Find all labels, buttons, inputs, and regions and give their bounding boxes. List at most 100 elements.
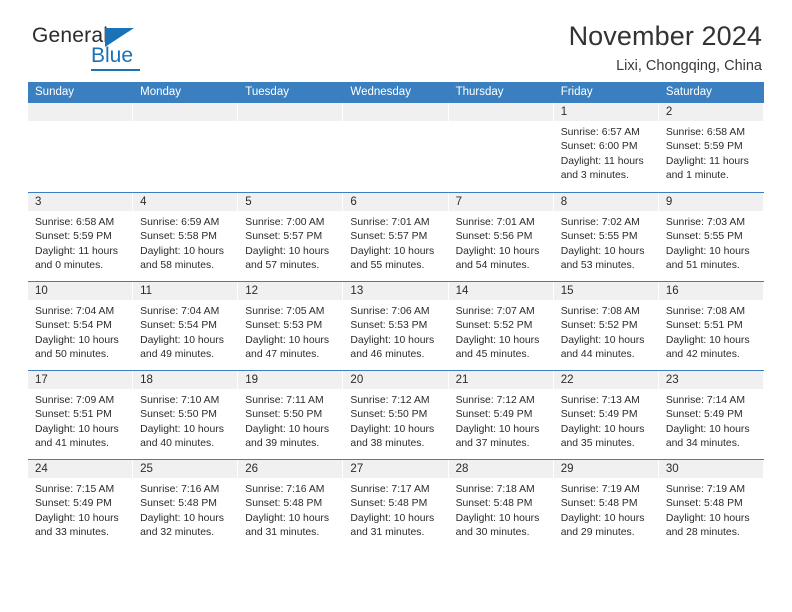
day-number: 9: [658, 193, 763, 211]
day-info-line: and 40 minutes.: [140, 437, 215, 449]
calendar-day-cell[interactable]: 12 Sunrise: 7:05 AM Sunset: 5:53 PM Dayligh…: [238, 282, 344, 370]
day-number: 20: [343, 371, 448, 389]
day-info-line: Daylight: 10 hours: [455, 423, 540, 435]
day-info-line: and 41 minutes.: [35, 437, 109, 449]
calendar-day-cell[interactable]: 26 Sunrise: 7:16 AM Sunset: 5:48 PM Dayligh…: [238, 460, 344, 548]
calendar-day-cell[interactable]: 23 Sunrise: 7:14 AM Sunset: 5:49 PM Dayligh…: [658, 371, 764, 459]
day-number: 2: [658, 103, 763, 121]
calendar-week-row: 24 Sunrise: 7:15 AM Sunset: 5:49 PM Dayligh…: [28, 459, 764, 548]
day-info-line: and 47 minutes.: [245, 348, 320, 360]
day-info-line: Sunrise: 7:08 AM: [560, 306, 640, 317]
day-sun-info: [238, 121, 342, 126]
day-sun-info: Sunrise: 7:11 AM Sunset: 5:50 PM Daylight:…: [238, 389, 342, 451]
day-info-line: and 35 minutes.: [560, 437, 635, 449]
day-info-line: Sunset: 5:54 PM: [140, 320, 217, 332]
day-info-line: and 50 minutes.: [35, 348, 109, 360]
day-info-line: Daylight: 10 hours: [35, 512, 119, 524]
day-number: 11: [133, 282, 238, 300]
calendar-day-cell[interactable]: 15 Sunrise: 7:08 AM Sunset: 5:52 PM Dayligh…: [553, 282, 659, 370]
weekday-header-thursday: Thursday: [455, 86, 504, 98]
day-sun-info: Sunrise: 6:58 AM Sunset: 5:59 PM Daylight:…: [28, 211, 132, 273]
calendar-day-cell[interactable]: 5 Sunrise: 7:00 AM Sunset: 5:57 PM Daylight…: [238, 193, 344, 281]
day-info-line: Sunset: 5:49 PM: [560, 409, 638, 421]
day-info-line: Sunset: 5:49 PM: [455, 409, 533, 421]
weekday-header-tuesday: Tuesday: [245, 86, 289, 98]
day-info-line: Sunrise: 7:09 AM: [35, 395, 115, 406]
day-info-line: and 31 minutes.: [350, 526, 425, 538]
calendar-day-cell[interactable]: 25 Sunrise: 7:16 AM Sunset: 5:48 PM Dayligh…: [133, 460, 239, 548]
day-info-line: Sunset: 5:49 PM: [35, 498, 112, 510]
calendar-day-cell[interactable]: 8 Sunrise: 7:02 AM Sunset: 5:55 PM Daylight…: [553, 193, 659, 281]
calendar-day-cell[interactable]: 20 Sunrise: 7:12 AM Sunset: 5:50 PM Dayligh…: [343, 371, 449, 459]
day-number: 10: [28, 282, 133, 300]
day-number: 17: [28, 371, 133, 389]
day-number: 18: [133, 371, 238, 389]
day-info-line: Daylight: 10 hours: [560, 245, 645, 257]
calendar-weeks: 1 Sunrise: 6:57 AM Sunset: 6:00 PM Daylight…: [28, 103, 764, 548]
calendar-day-cell[interactable]: 1 Sunrise: 6:57 AM Sunset: 6:00 PM Daylight…: [553, 103, 659, 192]
calendar-day-cell[interactable]: 13 Sunrise: 7:06 AM Sunset: 5:53 PM Dayligh…: [343, 282, 449, 370]
calendar-day-cell[interactable]: 19 Sunrise: 7:11 AM Sunset: 5:50 PM Dayligh…: [238, 371, 344, 459]
day-sun-info: Sunrise: 6:57 AM Sunset: 6:00 PM Daylight:…: [554, 121, 658, 183]
calendar-grid: Sunday Monday Tuesday Wednesday Thursday Frid…: [28, 82, 764, 548]
calendar-day-cell[interactable]: 24 Sunrise: 7:15 AM Sunset: 5:49 PM Dayligh…: [28, 460, 134, 548]
day-info-line: Daylight: 10 hours: [350, 423, 435, 435]
calendar-day-cell[interactable]: 16 Sunrise: 7:08 AM Sunset: 5:51 PM Dayligh…: [658, 282, 764, 370]
calendar-day-cell[interactable]: 7 Sunrise: 7:01 AM Sunset: 5:56 PM Daylight…: [448, 193, 554, 281]
weekday-header-monday: Monday: [140, 86, 182, 98]
day-info-line: Sunset: 5:57 PM: [245, 231, 323, 243]
day-info-line: Sunrise: 7:12 AM: [455, 395, 535, 406]
calendar-day-cell[interactable]: 10 Sunrise: 7:04 AM Sunset: 5:54 PM Dayligh…: [28, 282, 134, 370]
day-info-line: Daylight: 10 hours: [140, 245, 224, 257]
logo-text-blue: Blue: [91, 44, 134, 67]
day-info-line: Sunset: 5:53 PM: [245, 320, 323, 332]
calendar-day-cell[interactable]: 27 Sunrise: 7:17 AM Sunset: 5:48 PM Dayligh…: [343, 460, 449, 548]
weekday-header-row: Sunday Monday Tuesday Wednesday Thursday Frid…: [28, 82, 764, 103]
day-sun-info: Sunrise: 7:12 AM Sunset: 5:49 PM Daylight:…: [449, 389, 553, 451]
day-info-line: Sunrise: 7:14 AM: [665, 395, 745, 406]
day-sun-info: Sunrise: 7:18 AM Sunset: 5:48 PM Daylight:…: [449, 478, 553, 540]
weekday-header-friday: Friday: [560, 86, 593, 98]
calendar-day-cell[interactable]: 28 Sunrise: 7:18 AM Sunset: 5:48 PM Dayligh…: [448, 460, 554, 548]
calendar-day-cell[interactable]: 22 Sunrise: 7:13 AM Sunset: 5:49 PM Dayligh…: [553, 371, 659, 459]
day-info-line: Sunset: 5:57 PM: [350, 231, 428, 243]
day-sun-info: Sunrise: 7:04 AM Sunset: 5:54 PM Daylight:…: [28, 300, 132, 362]
day-info-line: Daylight: 11 hours: [35, 245, 118, 257]
calendar-day-cell[interactable]: 4 Sunrise: 6:59 AM Sunset: 5:58 PM Daylight…: [133, 193, 239, 281]
day-number: 23: [658, 371, 763, 389]
day-number: 25: [133, 460, 238, 478]
calendar-day-cell[interactable]: 30 Sunrise: 7:19 AM Sunset: 5:48 PM Dayligh…: [658, 460, 764, 548]
calendar-day-cell[interactable]: 17 Sunrise: 7:09 AM Sunset: 5:51 PM Dayligh…: [28, 371, 134, 459]
calendar-day-cell[interactable]: 29 Sunrise: 7:19 AM Sunset: 5:48 PM Dayligh…: [553, 460, 659, 548]
day-number: 16: [658, 282, 763, 300]
generalblue-logo[interactable]: General Blue: [28, 22, 178, 74]
day-info-line: Daylight: 10 hours: [665, 245, 750, 257]
calendar-day-cell-empty: [343, 103, 449, 192]
page-title: November 2024: [568, 21, 762, 51]
day-number: 5: [238, 193, 343, 211]
day-info-line: Daylight: 10 hours: [350, 512, 435, 524]
day-number: 15: [553, 282, 658, 300]
day-info-line: Sunrise: 7:16 AM: [245, 484, 325, 495]
calendar-day-cell[interactable]: 11 Sunrise: 7:04 AM Sunset: 5:54 PM Dayligh…: [133, 282, 239, 370]
day-info-line: Daylight: 10 hours: [560, 334, 645, 346]
day-info-line: Sunrise: 7:12 AM: [350, 395, 430, 406]
day-info-line: Sunset: 5:50 PM: [245, 409, 323, 421]
day-sun-info: Sunrise: 6:58 AM Sunset: 5:59 PM Daylight:…: [659, 121, 763, 183]
calendar-day-cell-empty: [133, 103, 239, 192]
day-info-line: and 34 minutes.: [665, 437, 740, 449]
day-sun-info: Sunrise: 6:59 AM Sunset: 5:58 PM Daylight:…: [133, 211, 237, 273]
weekday-header-wednesday: Wednesday: [350, 86, 411, 98]
day-info-line: Daylight: 10 hours: [455, 512, 540, 524]
calendar-day-cell[interactable]: 21 Sunrise: 7:12 AM Sunset: 5:49 PM Dayligh…: [448, 371, 554, 459]
calendar-day-cell[interactable]: 6 Sunrise: 7:01 AM Sunset: 5:57 PM Daylight…: [343, 193, 449, 281]
calendar-day-cell[interactable]: 14 Sunrise: 7:07 AM Sunset: 5:52 PM Dayligh…: [448, 282, 554, 370]
calendar-day-cell[interactable]: 9 Sunrise: 7:03 AM Sunset: 5:55 PM Daylight…: [658, 193, 764, 281]
day-info-line: Sunrise: 6:59 AM: [140, 217, 220, 228]
day-info-line: Sunset: 5:50 PM: [140, 409, 217, 421]
calendar-day-cell[interactable]: 18 Sunrise: 7:10 AM Sunset: 5:50 PM Dayligh…: [133, 371, 239, 459]
day-info-line: Sunset: 5:54 PM: [35, 320, 112, 332]
calendar-day-cell[interactable]: 3 Sunrise: 6:58 AM Sunset: 5:59 PM Daylight…: [28, 193, 134, 281]
day-info-line: Sunset: 5:58 PM: [140, 231, 217, 243]
calendar-day-cell[interactable]: 2 Sunrise: 6:58 AM Sunset: 5:59 PM Daylight…: [658, 103, 764, 192]
